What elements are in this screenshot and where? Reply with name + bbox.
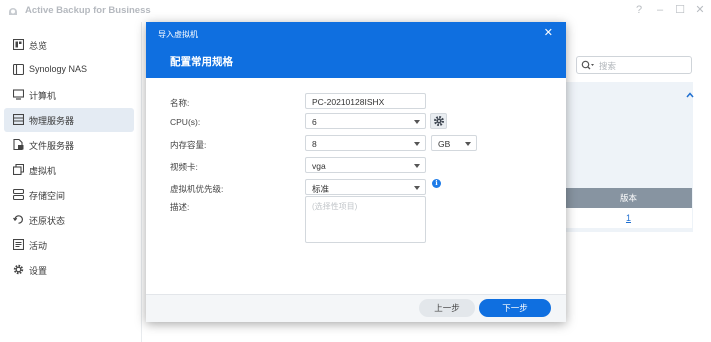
- version-link[interactable]: 1: [565, 208, 692, 228]
- priority-value: 标准: [312, 184, 330, 194]
- memory-unit-value: GB: [438, 139, 451, 149]
- sidebar-item-label: Synology NAS: [29, 64, 88, 74]
- video-card-label: 视频卡:: [170, 162, 198, 172]
- description-placeholder: (选择性项目): [312, 202, 358, 211]
- chevron-down-icon: [414, 120, 420, 124]
- dialog-header: 导入虚拟机 ✕ 配置常用规格: [146, 22, 566, 78]
- sidebar-item-label: 存储空间: [29, 191, 66, 201]
- storage-icon: [13, 189, 24, 200]
- sidebar-item-storage[interactable]: 存储空间: [4, 183, 134, 207]
- memory-label: 内存容量:: [170, 140, 207, 150]
- sidebar-item-computer[interactable]: 计算机: [4, 83, 134, 107]
- dialog-title: 配置常用规格: [170, 56, 233, 68]
- file-server-icon: [13, 139, 24, 150]
- sidebar-item-label: 还原状态: [29, 216, 66, 226]
- chevron-up-icon[interactable]: [686, 92, 694, 98]
- info-icon[interactable]: i: [432, 179, 441, 188]
- version-column-header: 版本: [565, 188, 692, 208]
- sidebar-item-virtual-machine[interactable]: 虚拟机: [4, 158, 134, 182]
- sidebar: 总览 Synology NAS 计算机 物理服务器 文件服务器 虚拟机 存储空间…: [0, 22, 142, 342]
- import-vm-dialog: 导入虚拟机 ✕ 配置常用规格 名称: PC-20210128ISHX CPU(s…: [146, 22, 566, 322]
- chevron-down-icon: [414, 186, 420, 190]
- maximize-button[interactable]: ☐: [673, 4, 687, 16]
- sidebar-item-settings[interactable]: 设置: [4, 258, 134, 282]
- cpu-settings-button[interactable]: [430, 113, 447, 129]
- sidebar-item-label: 物理服务器: [29, 116, 75, 126]
- sidebar-item-label: 虚拟机: [29, 166, 57, 176]
- video-card-select[interactable]: vga: [305, 157, 426, 173]
- close-window-button[interactable]: ✕: [693, 4, 707, 16]
- name-label: 名称:: [170, 98, 190, 108]
- memory-select[interactable]: 8: [305, 135, 426, 151]
- dialog-subtitle: 导入虚拟机: [158, 30, 198, 39]
- priority-select[interactable]: 标准: [305, 179, 426, 195]
- sidebar-item-label: 总览: [29, 41, 48, 51]
- video-card-value: vga: [312, 161, 326, 171]
- chevron-down-icon: [414, 164, 420, 168]
- restore-icon: [13, 215, 23, 224]
- dialog-footer: 上一步 下一步: [146, 294, 566, 322]
- cpu-select[interactable]: 6: [305, 113, 426, 129]
- close-icon[interactable]: ✕: [544, 26, 553, 40]
- window-titlebar: Active Backup for Business ? – ☐ ✕: [0, 0, 711, 22]
- sidebar-item-synology-nas[interactable]: Synology NAS: [4, 58, 134, 82]
- sidebar-item-file-server[interactable]: 文件服务器: [4, 133, 134, 157]
- previous-button[interactable]: 上一步: [419, 299, 475, 317]
- description-label: 描述:: [170, 202, 190, 212]
- sidebar-item-label: 活动: [29, 241, 48, 251]
- memory-value: 8: [312, 139, 317, 149]
- gear-icon: [434, 116, 444, 126]
- search-input[interactable]: 搜索: [576, 56, 692, 74]
- computer-icon: [13, 89, 24, 100]
- sidebar-item-overview[interactable]: 总览: [4, 33, 134, 57]
- activity-icon: [13, 239, 24, 250]
- search-placeholder: 搜索: [599, 61, 617, 71]
- description-field[interactable]: (选择性项目): [305, 196, 426, 243]
- sidebar-item-label: 文件服务器: [29, 141, 75, 151]
- sidebar-item-label: 计算机: [29, 91, 57, 101]
- next-button[interactable]: 下一步: [479, 299, 551, 317]
- sidebar-item-physical-server[interactable]: 物理服务器: [4, 108, 134, 132]
- app-logo-icon: [9, 8, 17, 15]
- server-icon: [13, 114, 24, 125]
- sidebar-item-label: 设置: [29, 266, 48, 276]
- cpu-label: CPU(s):: [170, 117, 201, 127]
- overview-icon: [13, 39, 24, 50]
- settings-icon: [13, 264, 24, 275]
- chevron-down-icon: [465, 142, 471, 146]
- search-icon: [581, 60, 594, 70]
- memory-unit-select[interactable]: GB: [431, 135, 477, 151]
- priority-label: 虚拟机优先级:: [170, 184, 224, 194]
- minimize-button[interactable]: –: [653, 4, 667, 16]
- vm-icon: [13, 164, 24, 175]
- name-value: PC-20210128ISHX: [312, 97, 385, 107]
- help-button[interactable]: ?: [632, 4, 646, 16]
- nas-icon: [13, 64, 24, 75]
- chevron-down-icon: [414, 142, 420, 146]
- cpu-value: 6: [312, 117, 317, 127]
- sidebar-item-activity[interactable]: 活动: [4, 233, 134, 257]
- app-title: Active Backup for Business: [25, 5, 151, 16]
- sidebar-item-restore-status[interactable]: 还原状态: [4, 208, 134, 232]
- name-field[interactable]: PC-20210128ISHX: [305, 93, 426, 109]
